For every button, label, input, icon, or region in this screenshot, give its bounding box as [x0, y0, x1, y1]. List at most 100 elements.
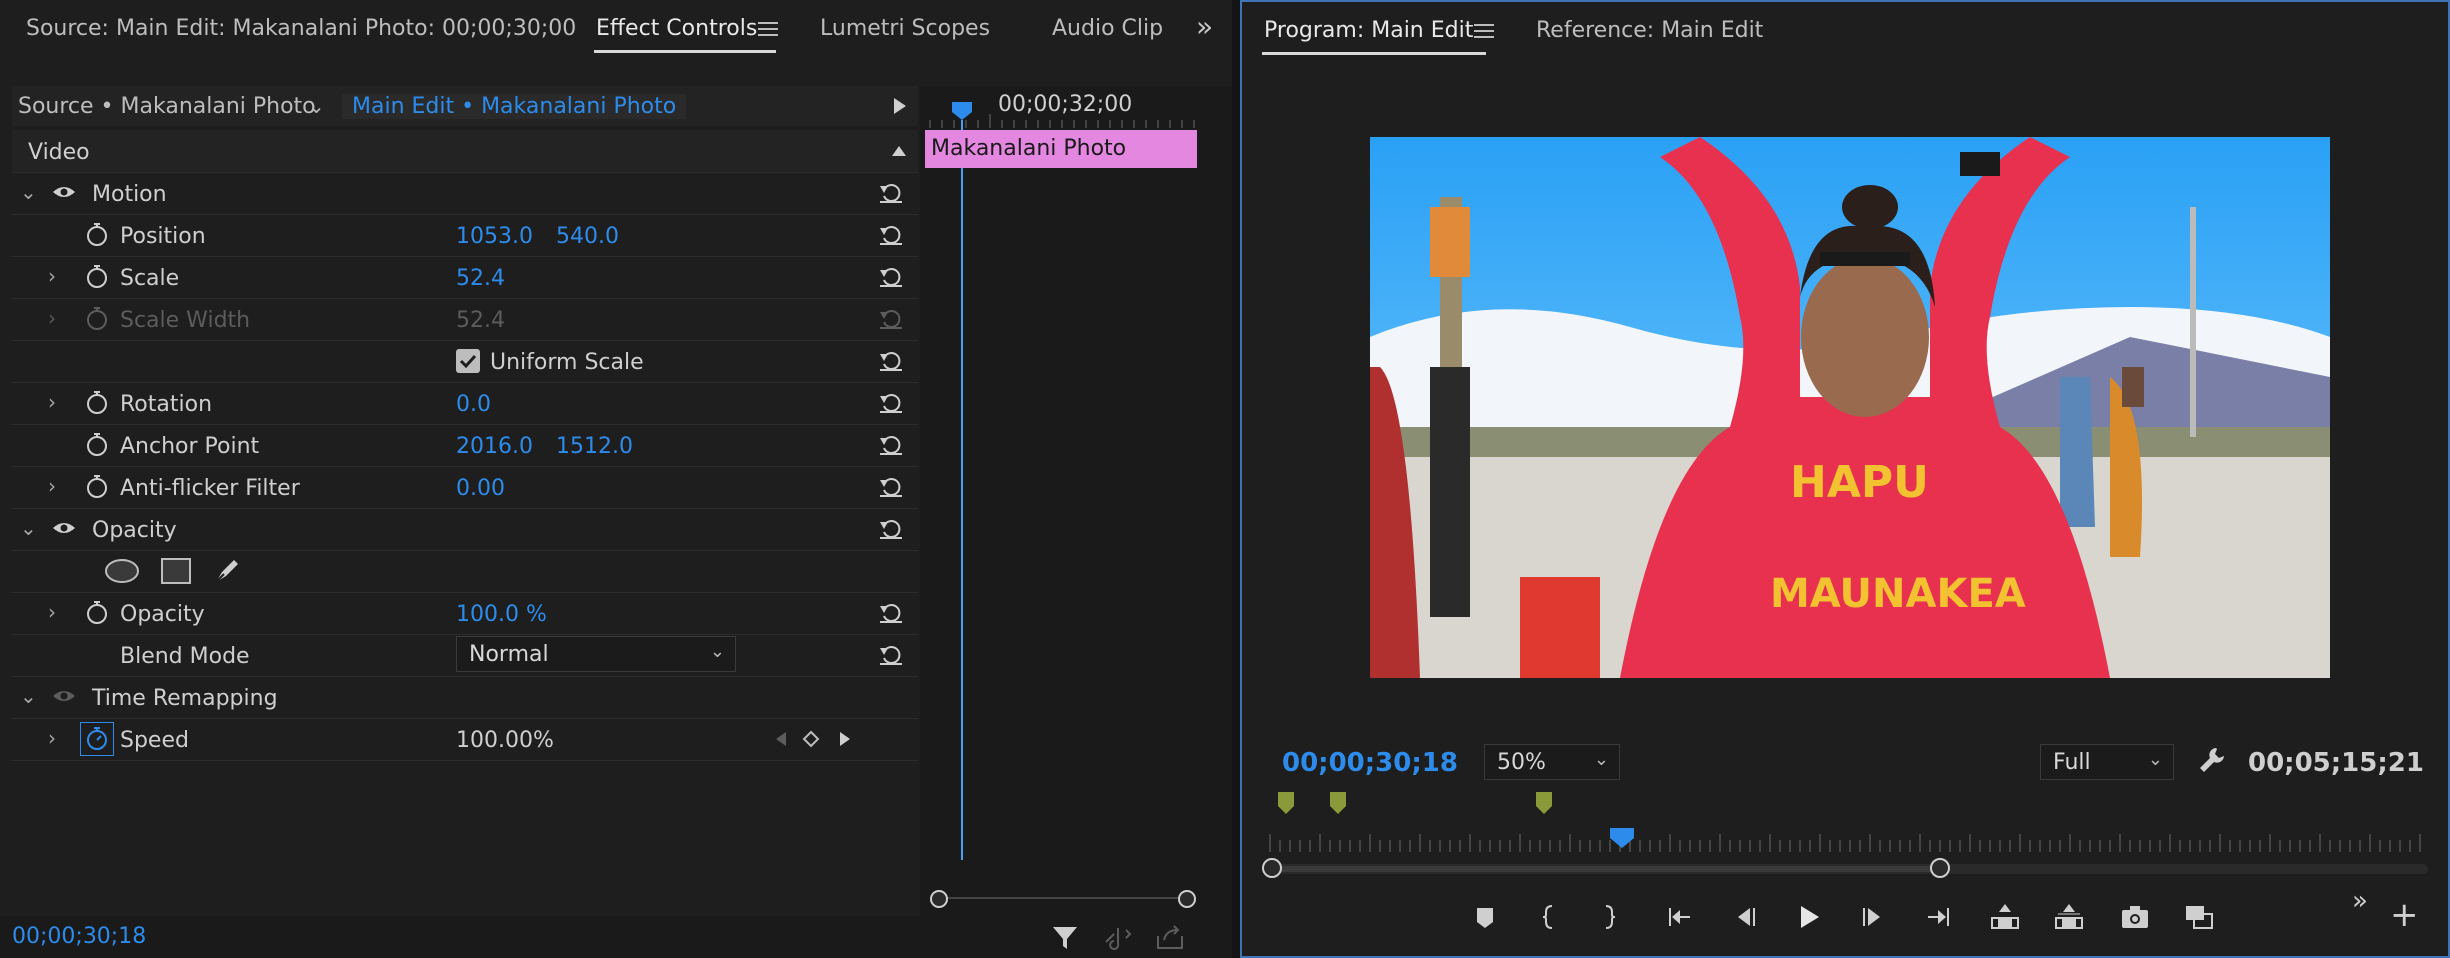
stopwatch-icon[interactable] — [84, 264, 110, 290]
property-label: Blend Mode — [120, 644, 250, 669]
eye-icon[interactable] — [52, 184, 76, 200]
play-icon[interactable] — [1792, 900, 1826, 934]
panel-divider[interactable] — [1232, 0, 1240, 958]
tab-source[interactable]: Source: Main Edit: Makanalani Photo: 00;… — [26, 16, 576, 41]
add-button-icon[interactable]: + — [2390, 898, 2419, 932]
source-clip-label[interactable]: Source • Makanalani Photo — [18, 94, 316, 119]
rotation-value[interactable]: 0.0 — [456, 392, 491, 417]
program-playhead[interactable] — [1608, 826, 1636, 850]
export-icon[interactable] — [1154, 922, 1186, 950]
resolution-value: Full — [2053, 750, 2091, 775]
video-section-label: Video — [28, 140, 90, 165]
reset-icon[interactable] — [878, 600, 904, 626]
reset-icon[interactable] — [878, 516, 904, 542]
go-to-in-icon[interactable] — [1662, 900, 1696, 934]
marker-icon[interactable] — [1276, 790, 1296, 816]
panel-menu-icon[interactable] — [758, 22, 778, 36]
extract-icon[interactable] — [2052, 900, 2086, 934]
step-back-icon[interactable] — [1728, 900, 1762, 934]
zoom-handle-right[interactable] — [1930, 858, 1950, 878]
tab-effect-controls[interactable]: Effect Controls — [596, 16, 757, 41]
anchor-x-value[interactable]: 2016.0 — [456, 434, 533, 459]
tab-lumetri-scopes[interactable]: Lumetri Scopes — [820, 16, 990, 41]
playhead-handle[interactable] — [950, 100, 974, 122]
chevron-down-icon[interactable]: ⌄ — [20, 180, 37, 204]
chevron-right-icon[interactable]: › — [48, 264, 56, 288]
tab-program[interactable]: Program: Main Edit — [1264, 18, 1473, 43]
stopwatch-icon[interactable] — [84, 600, 110, 626]
previous-keyframe-icon[interactable] — [774, 730, 788, 748]
collapse-up-icon[interactable] — [890, 144, 908, 158]
rectangle-mask-icon[interactable] — [160, 556, 192, 586]
chevron-right-icon[interactable]: › — [48, 600, 56, 624]
double-chevron-right-icon[interactable]: » — [2352, 886, 2368, 916]
uniform-scale-label: Uniform Scale — [490, 350, 644, 375]
play-triangle-icon[interactable] — [892, 96, 908, 116]
eye-icon[interactable] — [52, 520, 76, 536]
zoom-scrollbar[interactable] — [938, 897, 1186, 899]
add-keyframe-icon[interactable] — [802, 730, 820, 748]
tab-reference[interactable]: Reference: Main Edit — [1536, 18, 1763, 43]
ellipse-mask-icon[interactable] — [104, 556, 140, 586]
reset-icon[interactable] — [878, 642, 904, 668]
next-keyframe-icon[interactable] — [838, 730, 852, 748]
blend-mode-dropdown[interactable]: Normal ⌄ — [456, 636, 736, 672]
position-x-value[interactable]: 1053.0 — [456, 224, 533, 249]
zoom-handle-left[interactable] — [1262, 858, 1282, 878]
reset-icon[interactable] — [878, 390, 904, 416]
wrench-icon[interactable] — [2196, 744, 2226, 774]
chevron-right-icon[interactable]: › — [48, 726, 56, 750]
resolution-dropdown[interactable]: Full ⌄ — [2040, 744, 2174, 780]
comparison-view-icon[interactable] — [2182, 900, 2216, 934]
go-to-out-icon[interactable] — [1922, 900, 1956, 934]
chevron-right-icon[interactable]: › — [48, 390, 56, 414]
reset-icon[interactable] — [878, 222, 904, 248]
reset-icon[interactable] — [878, 474, 904, 500]
speed-value[interactable]: 100.00% — [456, 728, 554, 753]
chevron-down-icon[interactable]: ⌄ — [20, 516, 37, 540]
opacity-value[interactable]: 100.0 % — [456, 602, 547, 627]
filter-icon[interactable] — [1050, 922, 1080, 952]
clip-bar[interactable]: Makanalani Photo — [925, 130, 1197, 168]
zoom-dropdown[interactable]: 50% ⌄ — [1484, 744, 1620, 780]
chevron-down-icon[interactable]: ⌄ — [20, 684, 37, 708]
anchor-y-value[interactable]: 1512.0 — [556, 434, 633, 459]
position-y-value[interactable]: 540.0 — [556, 224, 619, 249]
lift-icon[interactable] — [1988, 900, 2022, 934]
marker-icon[interactable] — [1534, 790, 1554, 816]
camera-icon[interactable] — [2118, 900, 2152, 934]
double-chevron-right-icon[interactable]: » — [1196, 10, 1213, 43]
chevron-down-icon[interactable]: ⌄ — [308, 94, 325, 118]
program-time-ruler[interactable] — [1268, 830, 2428, 852]
current-timecode[interactable]: 00;00;30;18 — [12, 924, 146, 949]
scale-value[interactable]: 52.4 — [456, 266, 505, 291]
tab-audio-clip[interactable]: Audio Clip — [1052, 16, 1163, 41]
pen-mask-icon[interactable] — [212, 554, 244, 586]
stopwatch-icon[interactable] — [84, 390, 110, 416]
stopwatch-icon[interactable] — [84, 222, 110, 248]
stopwatch-icon[interactable] — [84, 474, 110, 500]
zoom-handle-right[interactable] — [1178, 890, 1196, 908]
zoom-bar-thumb[interactable] — [1274, 866, 1936, 872]
panel-menu-icon[interactable] — [1474, 24, 1494, 38]
step-forward-icon[interactable] — [1856, 900, 1890, 934]
add-marker-icon[interactable] — [1468, 900, 1502, 934]
svg-text:MAUNAKEA: MAUNAKEA — [1770, 571, 2026, 617]
audio-loop-icon[interactable] — [1102, 924, 1134, 950]
reset-icon[interactable] — [878, 180, 904, 206]
uniform-scale-checkbox[interactable] — [456, 349, 480, 373]
anti-flicker-value[interactable]: 0.00 — [456, 476, 505, 501]
reset-icon[interactable] — [878, 348, 904, 374]
mark-out-icon[interactable] — [1592, 900, 1626, 934]
marker-icon[interactable] — [1328, 790, 1348, 816]
reset-icon[interactable] — [878, 264, 904, 290]
reset-icon[interactable] — [878, 432, 904, 458]
stopwatch-icon[interactable] — [84, 432, 110, 458]
chevron-right-icon[interactable]: › — [48, 474, 56, 498]
program-video-frame[interactable]: HAPU MAUNAKEA — [1370, 137, 2330, 678]
stopwatch-toggle[interactable] — [80, 722, 114, 756]
mark-in-icon[interactable] — [1532, 900, 1566, 934]
program-current-timecode[interactable]: 00;00;30;18 — [1282, 748, 1458, 778]
sequence-clip-label[interactable]: Main Edit • Makanalani Photo — [342, 94, 687, 119]
zoom-handle-left[interactable] — [930, 890, 948, 908]
